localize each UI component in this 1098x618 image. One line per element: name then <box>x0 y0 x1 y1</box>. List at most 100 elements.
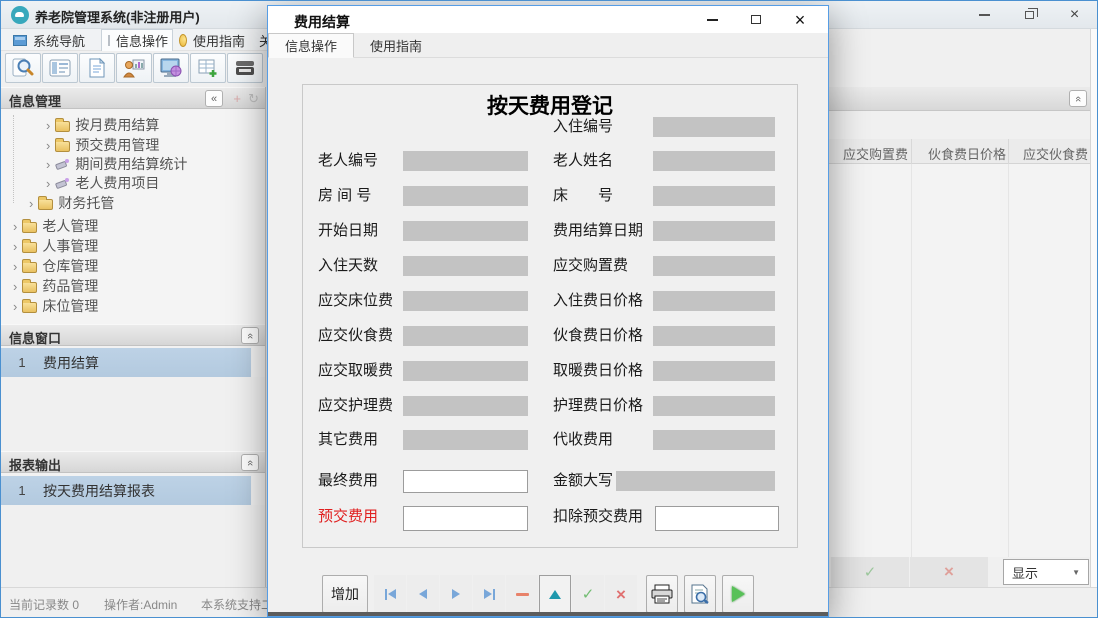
dialog-tab-info-operation[interactable]: 信息操作 <box>268 33 354 58</box>
grid-icon <box>108 35 110 46</box>
field-label: 应交伙食费 <box>318 325 393 347</box>
form-row: 应交取暖费 取暖费日价格 <box>303 360 797 386</box>
prev-record-button[interactable] <box>407 575 439 613</box>
dialog-maximize-button[interactable] <box>734 6 778 33</box>
display-dropdown[interactable]: 显示 ▼ <box>1003 559 1089 585</box>
document-button[interactable] <box>79 53 115 83</box>
refresh-icon[interactable]: ↻ <box>248 91 259 107</box>
prepaid-fee-input[interactable] <box>403 506 528 531</box>
first-record-button[interactable] <box>374 575 406 613</box>
tree-item-label: 仓库管理 <box>42 256 98 276</box>
form-row: 老人编号 老人姓名 <box>303 150 797 176</box>
field-label: 入住天数 <box>318 255 378 277</box>
restore-button[interactable] <box>1007 1 1052 29</box>
collection-fee-field <box>653 430 775 450</box>
stay-days-field <box>403 256 528 276</box>
daily-checkin-price-field <box>653 291 775 311</box>
collapse-panel-button[interactable]: « <box>1069 90 1087 107</box>
app-title: 养老院管理系统(非注册用户) <box>35 7 200 26</box>
list-item-label: 按天费用结算报表 <box>43 481 155 501</box>
insert-record-icon <box>549 590 561 599</box>
insert-record-button[interactable] <box>539 575 571 613</box>
main-toolbar <box>1 51 266 87</box>
background-cancel-button[interactable]: × <box>910 557 988 587</box>
tree-item-prepaid-fee[interactable]: › 预交费用管理 <box>46 135 159 155</box>
delete-record-button[interactable] <box>506 575 538 613</box>
tree-item-finance-trust[interactable]: › 财务托管 <box>29 193 114 213</box>
chevron-down-icon: ▼ <box>1072 568 1080 577</box>
add-icon[interactable]: + <box>233 91 241 106</box>
search-button[interactable] <box>5 53 41 83</box>
post-edit-icon: ✓ <box>582 585 595 603</box>
tree-item-monthly-fee[interactable]: › 按月费用结算 <box>46 115 159 135</box>
next-record-button[interactable] <box>440 575 472 613</box>
cancel-x-icon: × <box>944 562 954 582</box>
tree-item-medicine-management[interactable]: › 药品管理 <box>13 276 98 296</box>
tree-item-elder-management[interactable]: › 老人管理 <box>13 216 98 236</box>
post-edit-button[interactable]: ✓ <box>572 575 604 613</box>
column-divider <box>1008 164 1009 557</box>
user-report-icon <box>123 58 145 78</box>
folder-icon <box>22 262 37 273</box>
tree-item-elder-fee-items[interactable]: › 老人费用项目 <box>46 173 159 193</box>
collapse-sidebar-button[interactable]: « <box>205 90 223 107</box>
report-item-daily-fee-report[interactable]: 1 按天费用结算报表 <box>1 476 251 505</box>
print-preview-button[interactable] <box>684 575 716 613</box>
operator-label: 操作者:Admin <box>104 596 177 613</box>
tree-item-period-fee-stats[interactable]: › 期间费用结算统计 <box>46 154 187 174</box>
checkin-id-field <box>653 117 775 137</box>
field-label: 金额大写 <box>553 470 613 492</box>
final-fee-input[interactable] <box>403 470 528 493</box>
form-row: 入住编号 <box>303 116 797 142</box>
monitor-button[interactable] <box>153 53 189 83</box>
help-coin-icon <box>179 34 187 47</box>
tree-item-hr-management[interactable]: › 人事管理 <box>13 236 98 256</box>
run-button[interactable] <box>722 575 754 613</box>
meal-fee-field <box>403 326 528 346</box>
tab-about-partial[interactable]: 关 <box>253 29 267 51</box>
prev-record-icon <box>419 589 427 599</box>
field-label: 房 间 号 <box>318 185 371 207</box>
tree-item-label: 药品管理 <box>42 276 98 296</box>
close-button[interactable]: × <box>1052 1 1097 29</box>
add-button[interactable]: 增加 <box>322 575 368 613</box>
dialog-close-button[interactable]: × <box>778 6 822 33</box>
dialog-minimize-button[interactable] <box>690 6 734 33</box>
tool-icon <box>55 158 70 171</box>
cancel-edit-button[interactable]: × <box>605 575 637 613</box>
table-add-button[interactable] <box>190 53 226 83</box>
tab-info-operation[interactable]: 信息操作 <box>101 29 173 51</box>
print-button[interactable] <box>646 575 678 613</box>
field-label: 伙食费日价格 <box>553 325 643 347</box>
elder-id-field <box>403 151 528 171</box>
column-header[interactable]: 伙食费日价格 <box>928 144 1006 163</box>
dialog-toolbar: 增加 ✓ × <box>268 570 828 614</box>
support-text: 本系统支持二 <box>201 596 273 613</box>
deduct-prepaid-fee-input[interactable] <box>655 506 779 531</box>
minimize-button[interactable] <box>962 1 1007 29</box>
tree-item-bed-management[interactable]: › 床位管理 <box>13 296 98 316</box>
column-header[interactable]: 应交购置费 <box>843 144 908 163</box>
printer-tray-button[interactable] <box>227 53 263 83</box>
tab-label: 系统导航 <box>33 31 85 50</box>
last-record-button[interactable] <box>473 575 505 613</box>
background-workspace: « 应交购置费 伙食费日价格 应交伙食费 ✓ × 显示 ▼ <box>829 29 1098 589</box>
tree-item-warehouse-management[interactable]: › 仓库管理 <box>13 256 98 276</box>
field-label: 预交费用 <box>318 506 378 528</box>
sidebar-empty-zone <box>1 377 265 451</box>
dialog-tab-user-guide[interactable]: 使用指南 <box>354 33 438 58</box>
expand-chevron-icon: › <box>13 300 17 313</box>
collapse-panel-button[interactable]: « <box>241 327 259 344</box>
collapse-panel-button[interactable]: « <box>241 454 259 471</box>
confirm-check-icon: ✓ <box>864 563 877 581</box>
column-header[interactable]: 应交伙食费 <box>1023 144 1088 163</box>
document-icon <box>88 58 106 78</box>
card-view-button[interactable] <box>42 53 78 83</box>
tab-system-nav[interactable]: 系统导航 <box>7 29 99 51</box>
user-report-button[interactable] <box>116 53 152 83</box>
tab-user-guide[interactable]: 使用指南 <box>173 29 251 51</box>
tree-item-label: 预交费用管理 <box>75 135 159 155</box>
info-window-item-fee-settlement[interactable]: 1 费用结算 <box>1 348 251 377</box>
background-confirm-button[interactable]: ✓ <box>831 557 909 587</box>
maximize-icon <box>751 15 761 24</box>
